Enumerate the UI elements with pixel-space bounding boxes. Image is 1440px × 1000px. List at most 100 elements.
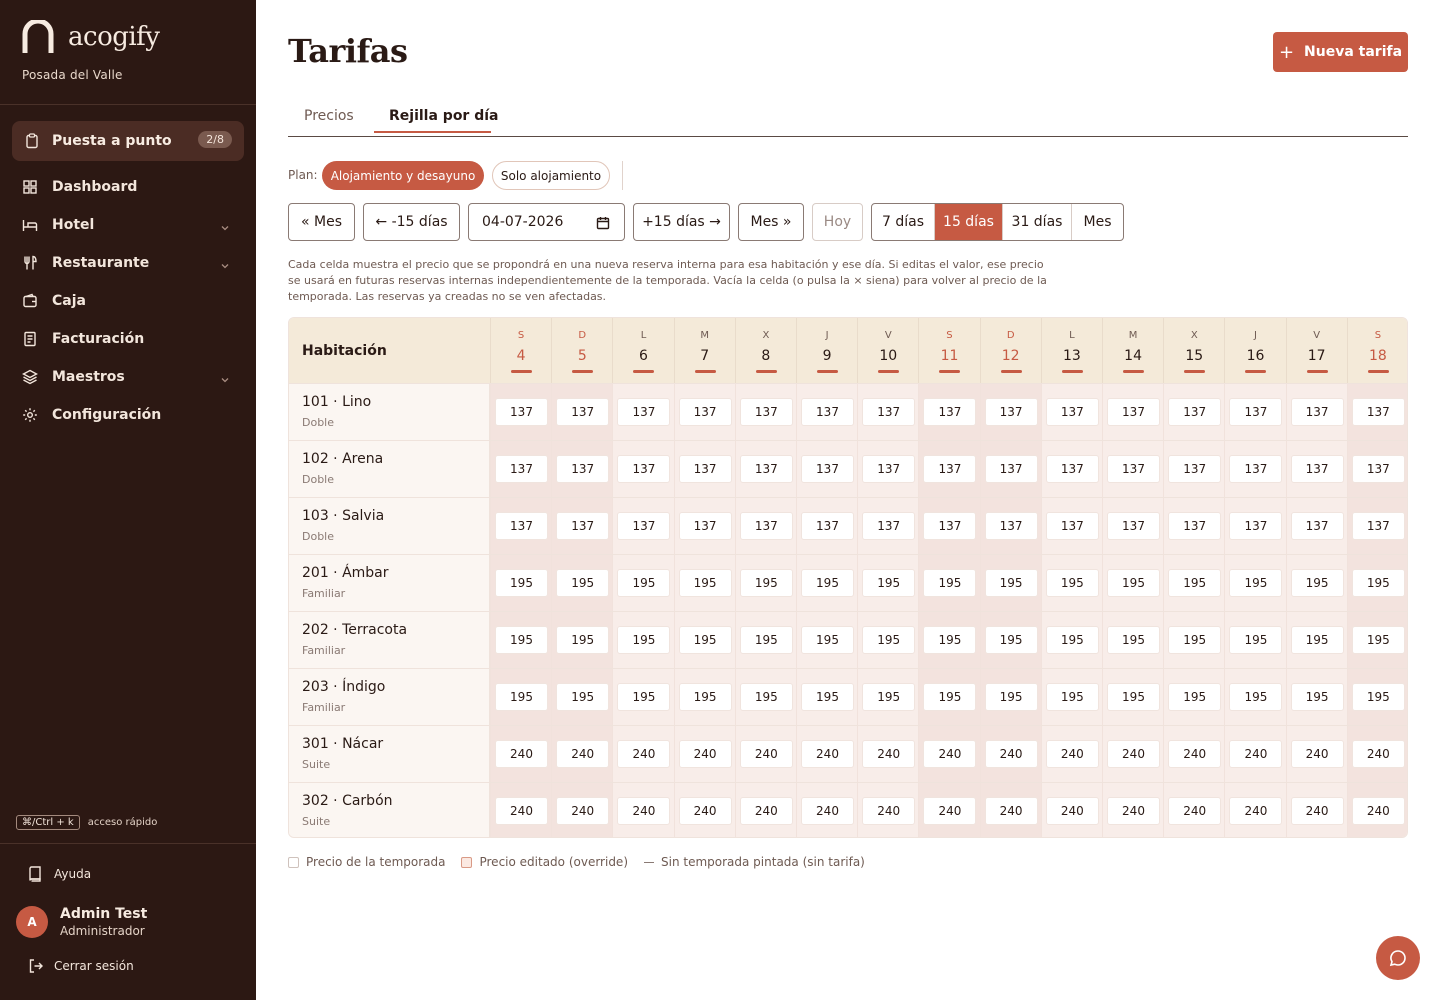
price-input[interactable]: 137 xyxy=(495,512,548,540)
price-input[interactable]: 137 xyxy=(1107,398,1160,426)
price-input[interactable]: 137 xyxy=(984,455,1038,483)
price-input[interactable]: 240 xyxy=(801,740,854,768)
price-input[interactable]: 195 xyxy=(1229,683,1283,711)
plan-option-solo-alojamiento[interactable]: Solo alojamiento xyxy=(492,161,610,190)
price-input[interactable]: 195 xyxy=(1351,569,1405,597)
price-input[interactable]: 137 xyxy=(1229,398,1283,426)
price-input[interactable]: 137 xyxy=(556,512,610,540)
price-input[interactable]: 195 xyxy=(1168,626,1222,654)
price-input[interactable]: 137 xyxy=(1229,512,1283,540)
price-input[interactable]: 195 xyxy=(1290,569,1344,597)
price-input[interactable]: 195 xyxy=(1107,683,1160,711)
price-input[interactable]: 195 xyxy=(923,626,977,654)
price-input[interactable]: 195 xyxy=(495,683,548,711)
price-input[interactable]: 137 xyxy=(984,512,1038,540)
price-input[interactable]: 240 xyxy=(862,740,916,768)
price-input[interactable]: 240 xyxy=(1351,740,1405,768)
price-input[interactable]: 137 xyxy=(923,455,977,483)
price-input[interactable]: 137 xyxy=(1168,512,1222,540)
price-input[interactable]: 137 xyxy=(923,398,977,426)
price-input[interactable]: 195 xyxy=(617,569,671,597)
tab-rejilla-por-dia[interactable]: Rejilla por día xyxy=(389,108,498,124)
price-input[interactable]: 137 xyxy=(984,398,1038,426)
price-input[interactable]: 240 xyxy=(556,740,610,768)
price-input[interactable]: 195 xyxy=(862,626,916,654)
price-input[interactable]: 195 xyxy=(1290,626,1344,654)
price-input[interactable]: 195 xyxy=(678,626,732,654)
price-input[interactable]: 195 xyxy=(923,569,977,597)
price-input[interactable]: 240 xyxy=(495,797,548,825)
price-input[interactable]: 137 xyxy=(1351,398,1405,426)
price-input[interactable]: 137 xyxy=(1351,512,1405,540)
price-input[interactable]: 240 xyxy=(1107,797,1160,825)
price-input[interactable]: 137 xyxy=(1290,455,1344,483)
price-input[interactable]: 137 xyxy=(1229,455,1283,483)
plan-option-alojamiento-desayuno[interactable]: Alojamiento y desayuno xyxy=(322,161,484,190)
price-input[interactable]: 137 xyxy=(739,398,793,426)
price-input[interactable]: 137 xyxy=(801,455,854,483)
price-input[interactable]: 240 xyxy=(801,797,854,825)
price-input[interactable]: 137 xyxy=(617,455,671,483)
price-input[interactable]: 137 xyxy=(801,512,854,540)
price-input[interactable]: 195 xyxy=(984,626,1038,654)
price-input[interactable]: 240 xyxy=(1290,797,1344,825)
calendar-icon[interactable] xyxy=(596,216,610,234)
price-input[interactable]: 137 xyxy=(678,398,732,426)
price-input[interactable]: 240 xyxy=(617,797,671,825)
chat-button[interactable] xyxy=(1376,936,1420,980)
sidebar-item-restaurante[interactable]: Restaurante xyxy=(22,248,234,278)
sidebar-item-hotel[interactable]: Hotel xyxy=(22,210,234,240)
price-input[interactable]: 137 xyxy=(1107,455,1160,483)
brand[interactable]: acogify xyxy=(22,20,160,54)
price-input[interactable]: 195 xyxy=(1045,569,1099,597)
price-input[interactable]: 195 xyxy=(495,626,548,654)
price-input[interactable]: 195 xyxy=(617,683,671,711)
price-input[interactable]: 195 xyxy=(1351,683,1405,711)
price-input[interactable]: 240 xyxy=(1168,740,1222,768)
price-input[interactable]: 137 xyxy=(617,512,671,540)
price-input[interactable]: 137 xyxy=(1290,512,1344,540)
price-input[interactable]: 195 xyxy=(739,683,793,711)
price-input[interactable]: 240 xyxy=(678,797,732,825)
price-input[interactable]: 195 xyxy=(1045,683,1099,711)
date-input[interactable]: 04-07-2026 xyxy=(468,203,625,241)
price-input[interactable]: 137 xyxy=(1290,398,1344,426)
price-input[interactable]: 240 xyxy=(617,740,671,768)
user-profile[interactable]: A Admin Test Administrador xyxy=(16,906,147,938)
price-input[interactable]: 137 xyxy=(862,398,916,426)
sidebar-item-maestros[interactable]: Maestros xyxy=(22,362,234,392)
sidebar-item-configuracion[interactable]: Configuración xyxy=(22,400,234,430)
price-input[interactable]: 195 xyxy=(923,683,977,711)
price-input[interactable]: 137 xyxy=(1351,455,1405,483)
price-input[interactable]: 137 xyxy=(495,398,548,426)
price-input[interactable]: 240 xyxy=(678,740,732,768)
prev-15-days-button[interactable]: ← -15 días xyxy=(363,203,460,241)
tab-precios[interactable]: Precios xyxy=(304,108,354,124)
price-input[interactable]: 137 xyxy=(862,512,916,540)
sidebar-item-dashboard[interactable]: Dashboard xyxy=(22,172,234,202)
price-input[interactable]: 195 xyxy=(1229,569,1283,597)
price-input[interactable]: 137 xyxy=(678,512,732,540)
price-input[interactable]: 195 xyxy=(739,569,793,597)
price-input[interactable]: 195 xyxy=(556,569,610,597)
price-input[interactable]: 195 xyxy=(984,569,1038,597)
price-input[interactable]: 195 xyxy=(556,683,610,711)
price-input[interactable]: 137 xyxy=(495,455,548,483)
range-month[interactable]: Mes xyxy=(1072,204,1123,240)
price-input[interactable]: 195 xyxy=(556,626,610,654)
price-input[interactable]: 137 xyxy=(801,398,854,426)
price-input[interactable]: 137 xyxy=(1168,398,1222,426)
price-input[interactable]: 240 xyxy=(1351,797,1405,825)
range-7-days[interactable]: 7 días xyxy=(872,204,935,240)
price-input[interactable]: 137 xyxy=(556,455,610,483)
price-input[interactable]: 195 xyxy=(678,683,732,711)
price-input[interactable]: 195 xyxy=(801,569,854,597)
price-input[interactable]: 137 xyxy=(617,398,671,426)
help-link[interactable]: Ayuda xyxy=(28,866,91,882)
price-input[interactable]: 240 xyxy=(1229,797,1283,825)
price-input[interactable]: 240 xyxy=(739,740,793,768)
price-input[interactable]: 195 xyxy=(617,626,671,654)
setup-progress-item[interactable]: Puesta a punto 2/8 xyxy=(12,121,244,161)
price-input[interactable]: 195 xyxy=(1351,626,1405,654)
today-button[interactable]: Hoy xyxy=(812,203,863,241)
